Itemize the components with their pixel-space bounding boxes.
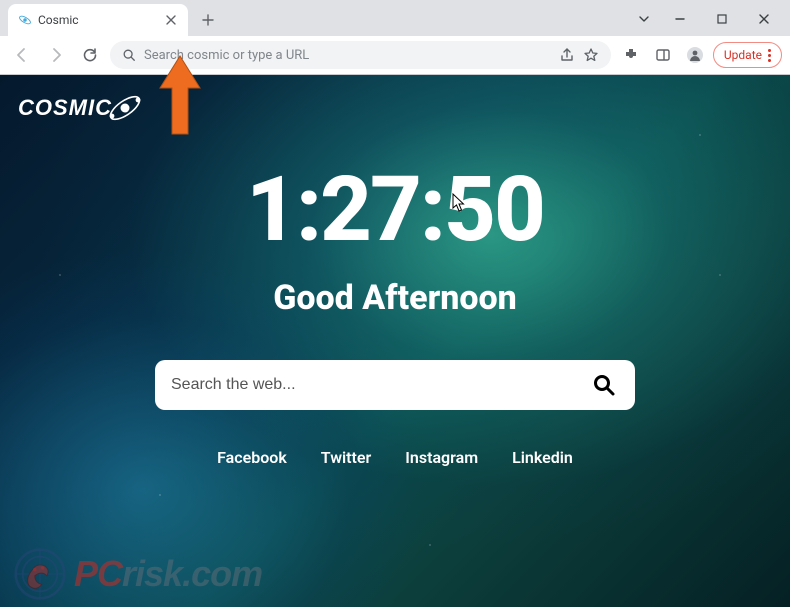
omnibox-placeholder: Search cosmic or type a URL [144,48,309,63]
tab-dropdown-icon[interactable] [630,6,658,32]
tab-close-icon[interactable] [164,13,178,27]
link-instagram[interactable]: Instagram [405,448,478,467]
greeting-text: Good Afternoon [273,278,517,318]
link-linkedin[interactable]: Linkedin [512,448,573,467]
side-panel-icon[interactable] [649,41,677,69]
extensions-icon[interactable] [617,41,645,69]
search-input[interactable] [171,376,589,394]
new-tab-button[interactable] [194,6,222,34]
menu-dots-icon [768,49,771,62]
search-button[interactable] [589,370,619,400]
window-controls [630,6,784,32]
browser-tab[interactable]: Cosmic [8,4,188,36]
browser-chrome: Cosmic Search cosmic or type a URL [0,0,790,75]
search-bar [155,360,635,410]
site-logo: COSMIC [18,89,144,127]
clock-display: 1:27:50 [246,157,544,262]
logo-orbit-icon [106,89,144,127]
update-button-label: Update [724,48,762,62]
toolbar: Search cosmic or type a URL Update [0,36,790,74]
profile-icon[interactable] [681,41,709,69]
tab-title: Cosmic [38,13,158,27]
window-close-icon[interactable] [744,6,784,32]
nav-reload-button[interactable] [76,41,104,69]
page-content: COSMIC 1:27:50 Good Afternoon Facebook T… [0,75,790,607]
window-maximize-icon[interactable] [702,6,742,32]
omnibox[interactable]: Search cosmic or type a URL [110,41,611,69]
search-icon [592,373,616,397]
nav-back-button[interactable] [8,41,36,69]
toolbar-actions: Update [617,41,782,69]
nav-forward-button[interactable] [42,41,70,69]
link-facebook[interactable]: Facebook [217,448,287,467]
omnibox-search-icon [122,48,136,62]
window-minimize-icon[interactable] [660,6,700,32]
bookmark-star-icon[interactable] [583,47,599,63]
share-icon[interactable] [559,47,575,63]
update-button[interactable]: Update [713,42,782,68]
quick-links: Facebook Twitter Instagram Linkedin [217,448,573,467]
logo-text: COSMIC [18,95,112,121]
tab-favicon-icon [18,13,32,27]
titlebar: Cosmic [0,0,790,36]
link-twitter[interactable]: Twitter [321,448,372,467]
